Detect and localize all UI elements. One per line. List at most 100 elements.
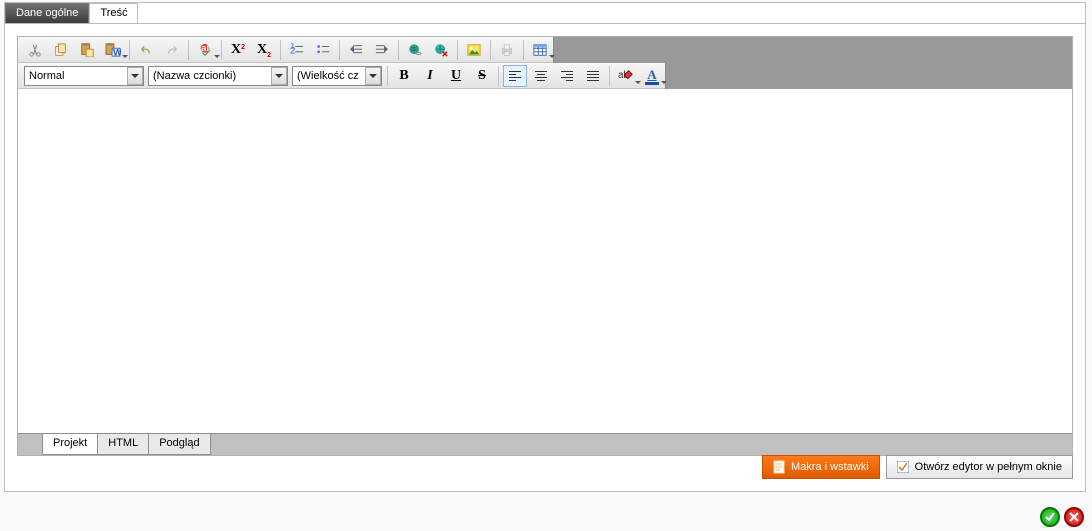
check-icon: [1044, 511, 1056, 523]
font-size-value: (Wielkość cz: [293, 70, 365, 82]
scissors-icon: [28, 43, 42, 57]
chevron-down-icon: [365, 67, 381, 85]
cancel-button[interactable]: [1064, 507, 1084, 527]
open-fullscreen-label: Otwórz edytor w pełnym oknie: [915, 461, 1062, 473]
align-right-button[interactable]: [555, 65, 579, 87]
outdent-button[interactable]: [344, 39, 368, 61]
spellcheck-button[interactable]: ab: [193, 39, 217, 61]
view-tab-html[interactable]: HTML: [97, 434, 149, 455]
macros-label: Makra i wstawki: [791, 461, 869, 473]
align-left-icon: [509, 71, 521, 81]
globe-unlink-icon: [434, 43, 448, 57]
highlight-color-button[interactable]: ab: [614, 65, 638, 87]
highlighter-icon: ab: [618, 69, 634, 83]
chevron-down-icon: [127, 67, 143, 85]
separator: [188, 40, 189, 60]
print-button[interactable]: [495, 39, 519, 61]
paragraph-style-value: Normal: [25, 70, 127, 82]
underline-button[interactable]: U: [444, 65, 468, 87]
chevron-down-icon: [271, 67, 287, 85]
subscript-icon: X2: [257, 42, 271, 58]
redo-icon: [165, 43, 179, 57]
view-tab-projekt[interactable]: Projekt: [42, 434, 98, 455]
open-fullscreen-button[interactable]: Otwórz edytor w pełnym oknie: [886, 455, 1073, 479]
separator: [129, 40, 130, 60]
cut-button[interactable]: [23, 39, 47, 61]
bullet-list-button[interactable]: [311, 39, 335, 61]
globe-link-icon: [408, 43, 422, 57]
dialog-action-icons: [1040, 507, 1084, 527]
insert-image-button[interactable]: [462, 39, 486, 61]
bold-button[interactable]: B: [392, 65, 416, 87]
bottom-buttons: Makra i wstawki Otwórz edytor w pełnym o…: [762, 455, 1073, 479]
separator: [523, 40, 524, 60]
macros-button[interactable]: Makra i wstawki: [762, 455, 880, 479]
paste-button[interactable]: [75, 39, 99, 61]
print-icon: [500, 43, 514, 57]
toolbar-row-1: W ab X2 X: [18, 37, 1072, 63]
editor-canvas[interactable]: [18, 89, 1072, 433]
tab-content: W ab X2 X: [5, 23, 1085, 491]
separator: [221, 40, 222, 60]
chevron-down-icon: [661, 81, 667, 84]
superscript-button[interactable]: X2: [226, 39, 250, 61]
chevron-down-icon: [122, 55, 128, 58]
table-icon: [533, 43, 547, 57]
paste-word-button[interactable]: W: [101, 39, 125, 61]
document-icon: [773, 460, 785, 474]
separator: [387, 66, 388, 86]
font-family-select[interactable]: (Nazwa czcionki): [148, 66, 288, 86]
numbered-list-button[interactable]: 12: [285, 39, 309, 61]
main-frame: Dane ogólne Treść W: [4, 2, 1086, 492]
toolbar-tail: [553, 37, 1072, 63]
subscript-button[interactable]: X2: [252, 39, 276, 61]
view-tab-podglad[interactable]: Podgląd: [148, 434, 210, 455]
align-justify-button[interactable]: [581, 65, 605, 87]
italic-button[interactable]: I: [418, 65, 442, 87]
toolbar-tail: [665, 63, 1072, 89]
separator: [490, 40, 491, 60]
font-size-select[interactable]: (Wielkość cz: [292, 66, 382, 86]
strikethrough-button[interactable]: S: [470, 65, 494, 87]
separator: [339, 40, 340, 60]
bold-icon: B: [399, 68, 408, 84]
align-justify-icon: [587, 71, 599, 81]
clipboard-paste-icon: [80, 43, 94, 57]
align-center-button[interactable]: [529, 65, 553, 87]
bullet-list-icon: [316, 43, 330, 57]
separator: [280, 40, 281, 60]
paragraph-style-select[interactable]: Normal: [24, 66, 144, 86]
font-color-button[interactable]: A: [640, 65, 664, 87]
table-button[interactable]: [528, 39, 552, 61]
undo-button[interactable]: [134, 39, 158, 61]
spellcheck-icon: ab: [197, 43, 213, 57]
tab-dane-ogolne[interactable]: Dane ogólne: [5, 3, 89, 23]
separator: [498, 66, 499, 86]
underline-icon: U: [451, 68, 461, 84]
italic-icon: I: [427, 68, 432, 84]
toolbar-row-2: Normal (Nazwa czcionki) (Wielkość cz B I…: [18, 63, 1072, 89]
svg-text:W: W: [113, 47, 121, 57]
hyperlink-button[interactable]: [403, 39, 427, 61]
indent-button[interactable]: [370, 39, 394, 61]
top-tab-bar: Dane ogólne Treść: [5, 3, 1085, 23]
outdent-icon: [349, 43, 363, 57]
align-right-icon: [561, 71, 573, 81]
separator: [398, 40, 399, 60]
numbered-list-icon: 12: [290, 43, 304, 57]
confirm-button[interactable]: [1040, 507, 1060, 527]
copy-icon: [54, 43, 68, 57]
redo-button[interactable]: [160, 39, 184, 61]
remove-link-button[interactable]: [429, 39, 453, 61]
separator: [609, 66, 610, 86]
undo-icon: [139, 43, 153, 57]
editor: W ab X2 X: [17, 36, 1073, 456]
svg-text:2: 2: [290, 45, 295, 56]
tab-tresc[interactable]: Treść: [89, 3, 138, 23]
close-icon: [1068, 511, 1080, 523]
copy-button[interactable]: [49, 39, 73, 61]
chevron-down-icon: [549, 55, 555, 58]
expand-icon: [897, 461, 909, 473]
clipboard-word-icon: W: [105, 43, 121, 57]
align-left-button[interactable]: [503, 65, 527, 87]
